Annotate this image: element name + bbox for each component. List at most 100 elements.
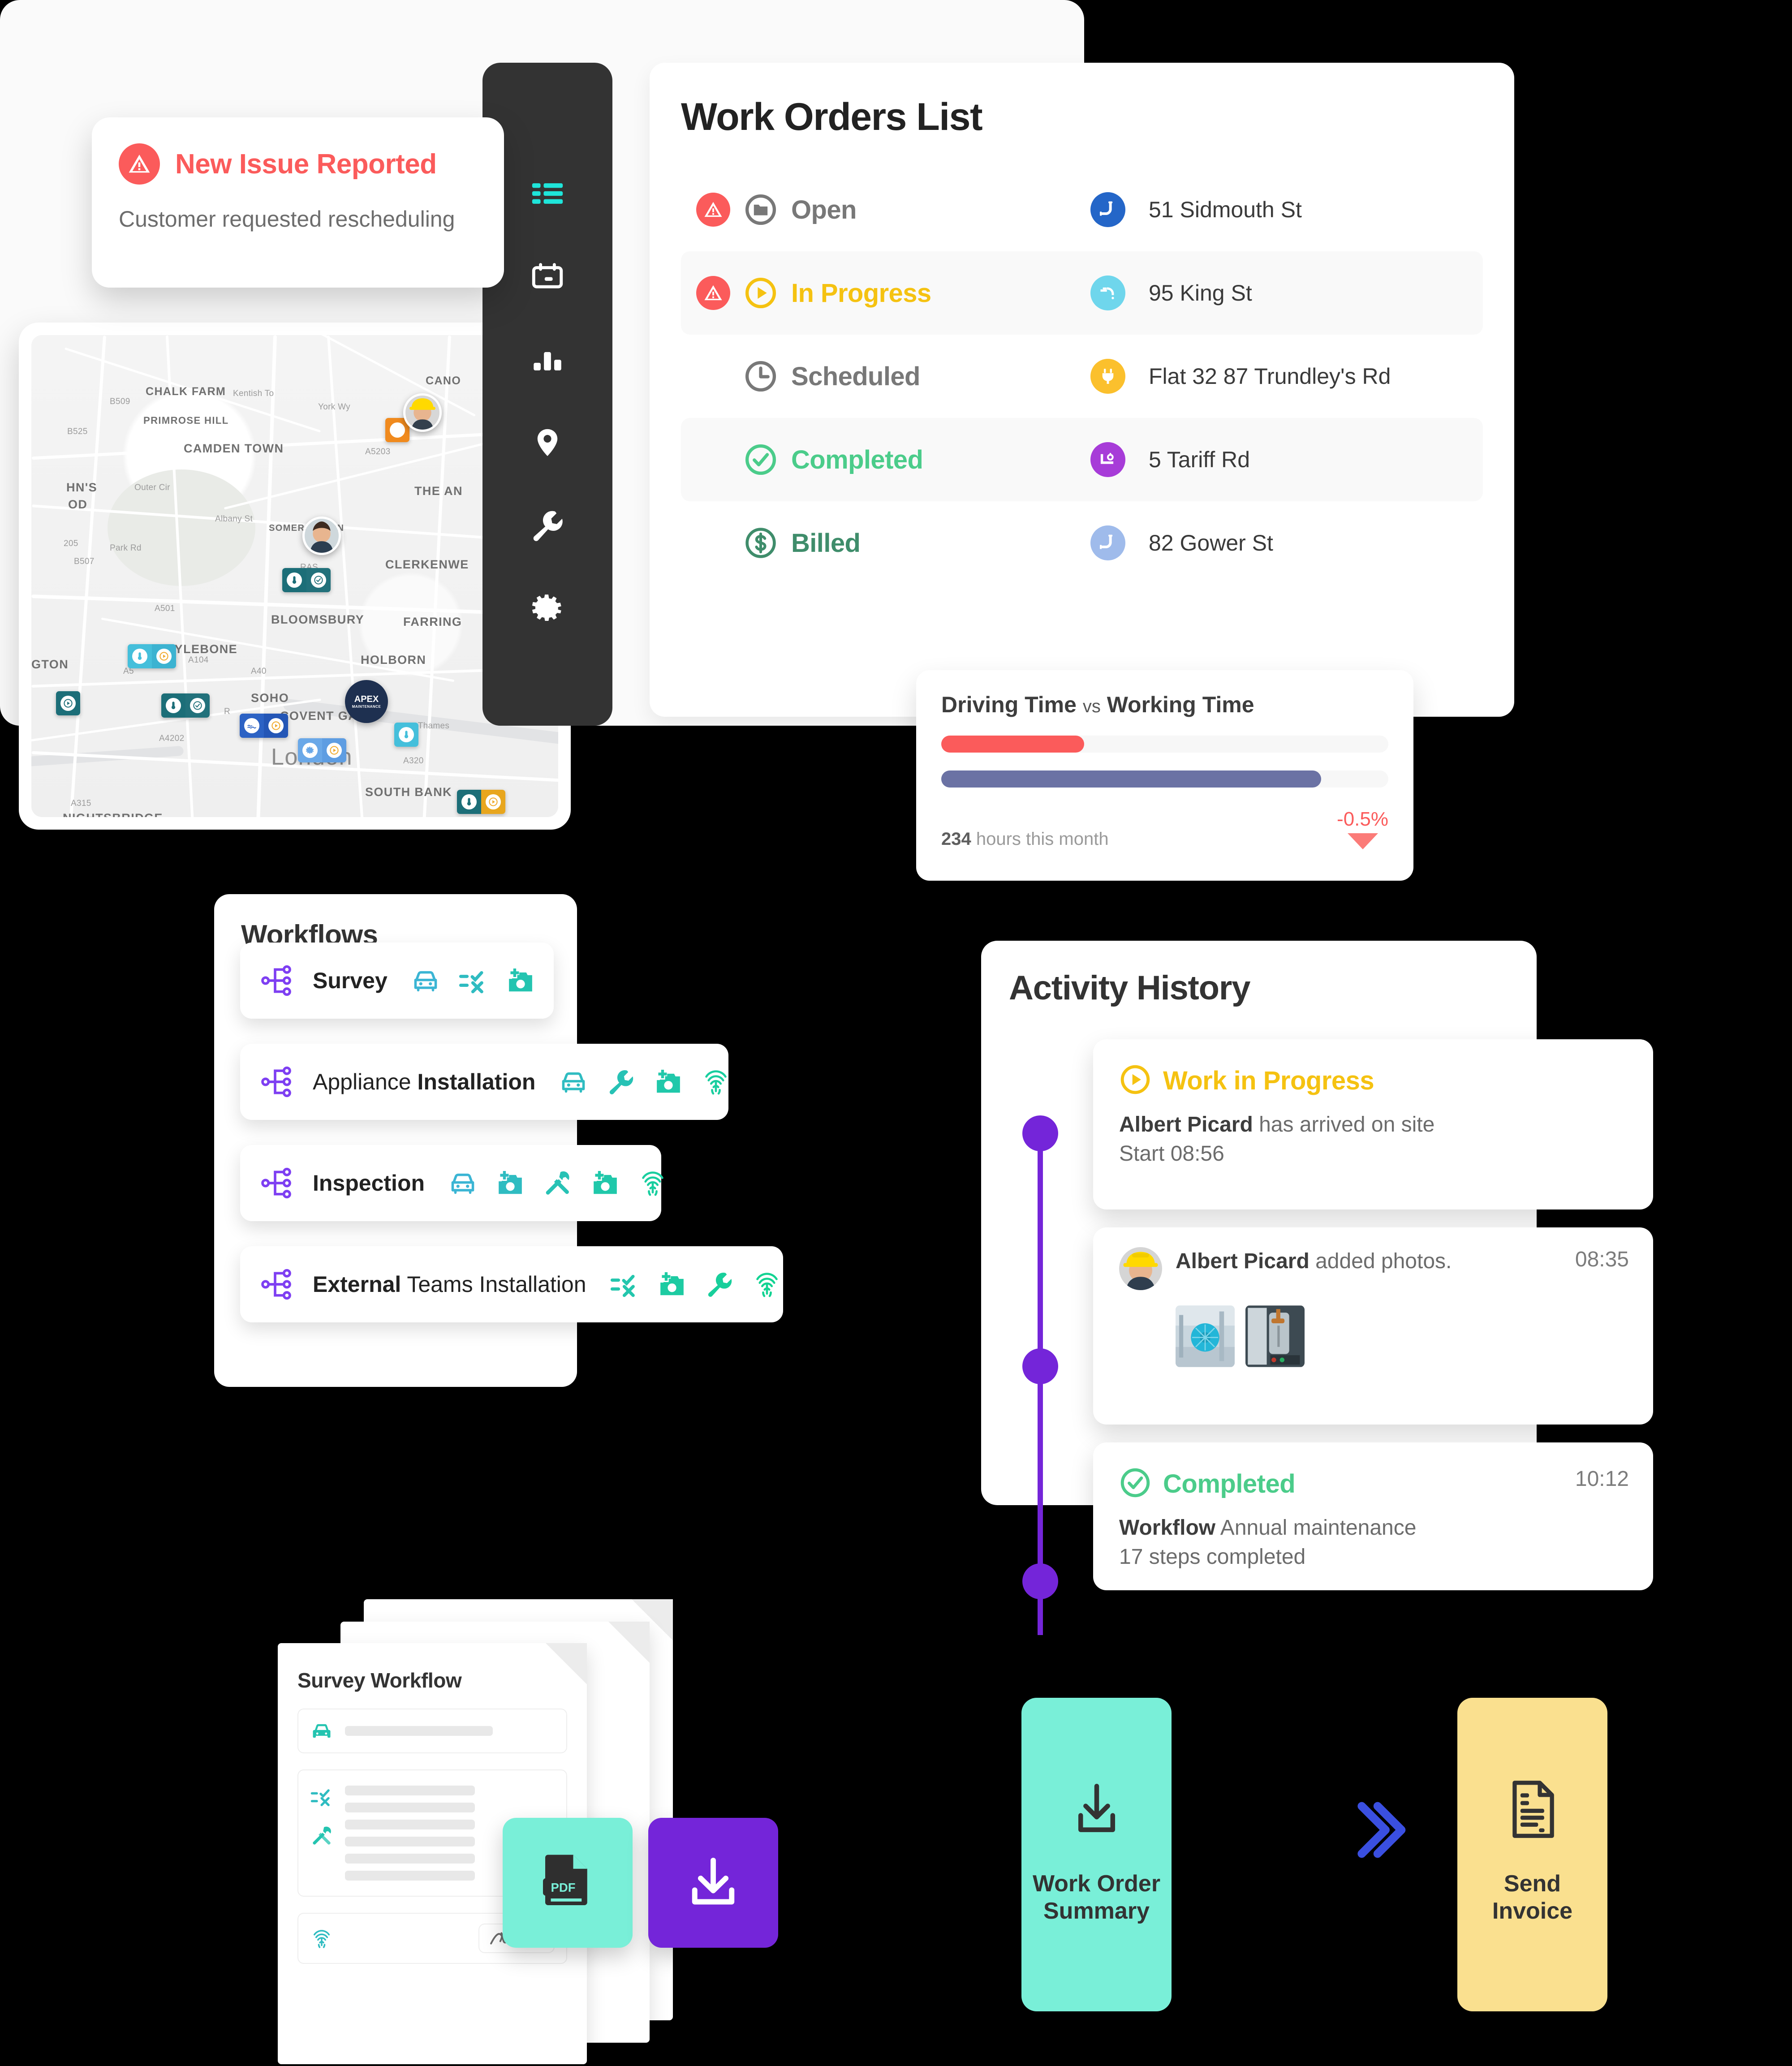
map-road-label: A501 xyxy=(155,604,175,613)
sidebar-item-jobs[interactable] xyxy=(482,484,612,567)
workflow-row[interactable]: Survey xyxy=(240,943,554,1019)
map-road-label: B509 xyxy=(110,397,130,406)
activity-text: Albert Picard has arrived on site Start … xyxy=(1119,1110,1627,1169)
work-order-row[interactable]: Billed 82 Gower St xyxy=(681,501,1483,585)
map-road-label: Park Rd xyxy=(110,543,142,553)
workflow-step-icons xyxy=(448,1168,668,1198)
sidebar-item-reports[interactable] xyxy=(482,318,612,401)
driving-title-a: Driving Time xyxy=(941,692,1077,717)
thermometer-icon xyxy=(461,794,477,809)
map-job-pin[interactable] xyxy=(128,644,176,668)
map-park xyxy=(108,469,255,586)
doc-skeleton-line xyxy=(345,1803,475,1812)
download-button[interactable] xyxy=(648,1818,778,1948)
progress-track xyxy=(941,770,1388,788)
pdf-file-icon: PDF xyxy=(543,1855,587,1905)
map-job-pin[interactable] xyxy=(282,568,331,592)
boiler-photo[interactable] xyxy=(1245,1305,1305,1367)
add-photo-icon xyxy=(590,1168,620,1198)
work-order-row[interactable]: Completed 5 Tariff Rd xyxy=(681,418,1483,501)
work-order-row[interactable]: Scheduled Flat 32 87 Trundley's Rd xyxy=(681,335,1483,418)
play-circle-icon xyxy=(1119,1063,1151,1098)
apex-line2: MAINTENANCE xyxy=(352,705,381,709)
map-label: BLOOMSBURY xyxy=(271,613,364,626)
activity-history-title: Activity History xyxy=(1009,969,1250,1007)
map-job-pin[interactable] xyxy=(298,738,346,762)
send-invoice-button[interactable]: Send Invoice xyxy=(1457,1698,1607,2011)
map-road-label: 205 xyxy=(64,539,78,548)
work-order-summary-button[interactable]: Work Order Summary xyxy=(1021,1698,1172,2011)
activity-item[interactable]: Completed Workflow Annual maintenance 17… xyxy=(1093,1442,1653,1590)
fingerprint-icon xyxy=(314,1930,330,1948)
wrench-icon xyxy=(705,1270,734,1299)
trade-badge xyxy=(1090,359,1125,394)
work-order-row[interactable]: Open 51 Sidmouth St xyxy=(681,168,1483,251)
progress-fill xyxy=(941,770,1322,788)
map-road-label: A5203 xyxy=(365,447,391,456)
map-job-pin[interactable] xyxy=(394,723,418,747)
workflow-row[interactable]: Appliance Installation xyxy=(240,1044,728,1120)
map-apex-badge[interactable]: APEX MAINTENANCE xyxy=(345,680,388,723)
work-orders-list[interactable]: Open 51 Sidmouth St In Progress 95 King … xyxy=(681,168,1483,585)
map-job-pin[interactable] xyxy=(56,691,80,715)
map-avatar-pin-2[interactable] xyxy=(403,393,442,432)
map-job-pin[interactable] xyxy=(240,714,288,738)
wrench-icon xyxy=(606,1067,636,1097)
check-icon xyxy=(311,572,326,588)
doc-skeleton-line xyxy=(345,1726,493,1736)
pin-left xyxy=(282,568,306,592)
play-icon xyxy=(156,649,172,664)
driving-title-vs: vs xyxy=(1082,697,1101,716)
work-order-address: 5 Tariff Rd xyxy=(1149,447,1250,472)
gear-icon xyxy=(302,743,318,758)
map-road-label: A4202 xyxy=(159,734,185,743)
map-viewport[interactable]: CHALK FARM PRIMROSE HILL CAMDEN TOWN SOMERS… xyxy=(31,335,558,817)
invoice-doc-icon xyxy=(1512,1780,1554,1838)
workflow-tree-icon xyxy=(261,1266,297,1302)
activity-line2: 17 steps completed xyxy=(1119,1545,1306,1569)
map-label: HN'S xyxy=(66,481,98,494)
status-label: Scheduled xyxy=(791,362,920,391)
driving-bars xyxy=(941,736,1388,788)
doc-row-vehicle xyxy=(297,1709,567,1753)
workflow-row[interactable]: Inspection xyxy=(240,1145,663,1221)
sidebar-item-settings[interactable] xyxy=(482,567,612,650)
workflow-step-icons xyxy=(610,1270,782,1299)
map-road-label: Albany St xyxy=(215,514,253,524)
activity-item[interactable]: Work in Progress Albert Picard has arriv… xyxy=(1093,1039,1653,1209)
workflow-row[interactable]: External Teams Installation xyxy=(240,1246,783,1322)
map-label: CAMDEN TOWN xyxy=(184,442,284,455)
timeline-dot xyxy=(1022,1115,1058,1151)
work-order-row[interactable]: In Progress 95 King St xyxy=(681,251,1483,335)
activity-text: Workflow Annual maintenance 17 steps com… xyxy=(1119,1514,1627,1572)
tools-icon xyxy=(313,1826,331,1845)
machinery-photo[interactable] xyxy=(1176,1305,1235,1367)
activity-photos[interactable] xyxy=(1176,1305,1627,1367)
alert-triangle-icon xyxy=(119,143,160,185)
check-icon xyxy=(190,698,205,713)
plug-icon xyxy=(390,422,405,438)
timeline-dot xyxy=(1022,1348,1058,1384)
activity-item[interactable]: Albert Picard added photos. 08:35 xyxy=(1093,1227,1653,1425)
bar-chart-icon xyxy=(529,341,566,378)
sidebar-item-map[interactable] xyxy=(482,401,612,484)
alert-triangle-icon xyxy=(696,276,730,310)
map-road-label: A40 xyxy=(251,667,267,676)
pin-right xyxy=(306,568,331,592)
pin-right xyxy=(322,738,346,762)
new-issue-card[interactable]: New Issue Reported Customer requested re… xyxy=(92,117,504,288)
gear-icon xyxy=(529,590,566,627)
work-order-address: 82 Gower St xyxy=(1149,530,1273,555)
map-job-pin[interactable] xyxy=(457,790,505,814)
add-photo-icon xyxy=(657,1270,687,1299)
thermometer-icon xyxy=(166,698,181,713)
check-circle-icon xyxy=(1119,1467,1151,1501)
play-icon xyxy=(486,794,501,809)
trade-badge xyxy=(1090,275,1125,310)
page-corner-fold xyxy=(608,1622,650,1663)
export-pdf-button[interactable]: PDF xyxy=(503,1818,633,1948)
map-job-pin[interactable] xyxy=(161,693,210,718)
map-avatar-pin-1[interactable] xyxy=(302,516,341,555)
activity-time: 10:12 xyxy=(1575,1467,1629,1491)
pin-right xyxy=(481,790,505,814)
